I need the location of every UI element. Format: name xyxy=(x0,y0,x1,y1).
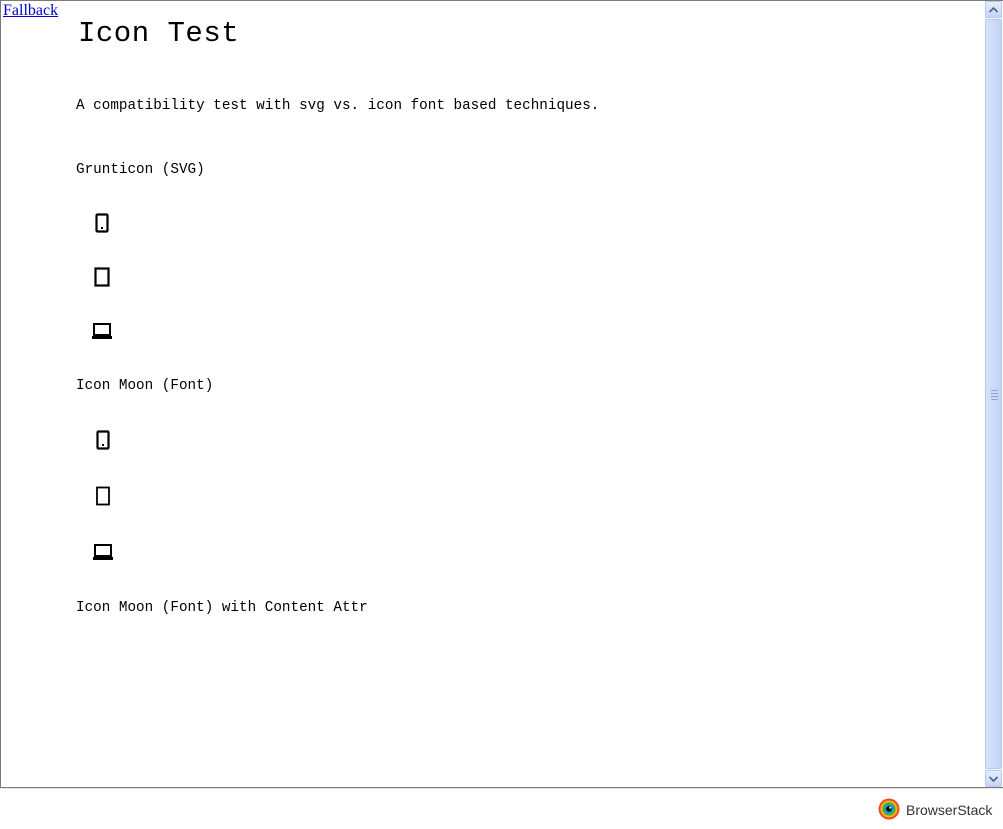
browser-viewport: Fallback Icon Test A compatibility test … xyxy=(0,0,1003,788)
scrollbar-thumb[interactable] xyxy=(985,19,1002,769)
laptop-icon xyxy=(91,320,113,342)
tablet-icon xyxy=(91,266,113,288)
browserstack-brand: BrowserStack xyxy=(906,802,993,818)
fallback-link[interactable]: Fallback xyxy=(3,2,58,20)
scroll-down-button[interactable] xyxy=(985,770,1002,787)
vertical-scrollbar[interactable] xyxy=(985,1,1002,787)
browserstack-logo-icon xyxy=(878,798,900,820)
phone-icon xyxy=(92,429,114,451)
section-heading-grunticon: Grunticon (SVG) xyxy=(76,162,205,178)
intro-text: A compatibility test with svg vs. icon f… xyxy=(76,98,600,114)
scroll-up-button[interactable] xyxy=(985,1,1002,18)
page-title: Icon Test xyxy=(78,17,240,50)
chevron-up-icon xyxy=(989,6,998,13)
chevron-down-icon xyxy=(989,775,998,782)
section-heading-iconmoon-content-attr: Icon Moon (Font) with Content Attr xyxy=(76,600,368,616)
laptop-icon xyxy=(92,541,114,563)
status-bar xyxy=(0,788,1003,829)
tablet-icon xyxy=(92,485,114,507)
section-heading-iconmoon: Icon Moon (Font) xyxy=(76,378,214,394)
phone-icon xyxy=(91,212,113,234)
